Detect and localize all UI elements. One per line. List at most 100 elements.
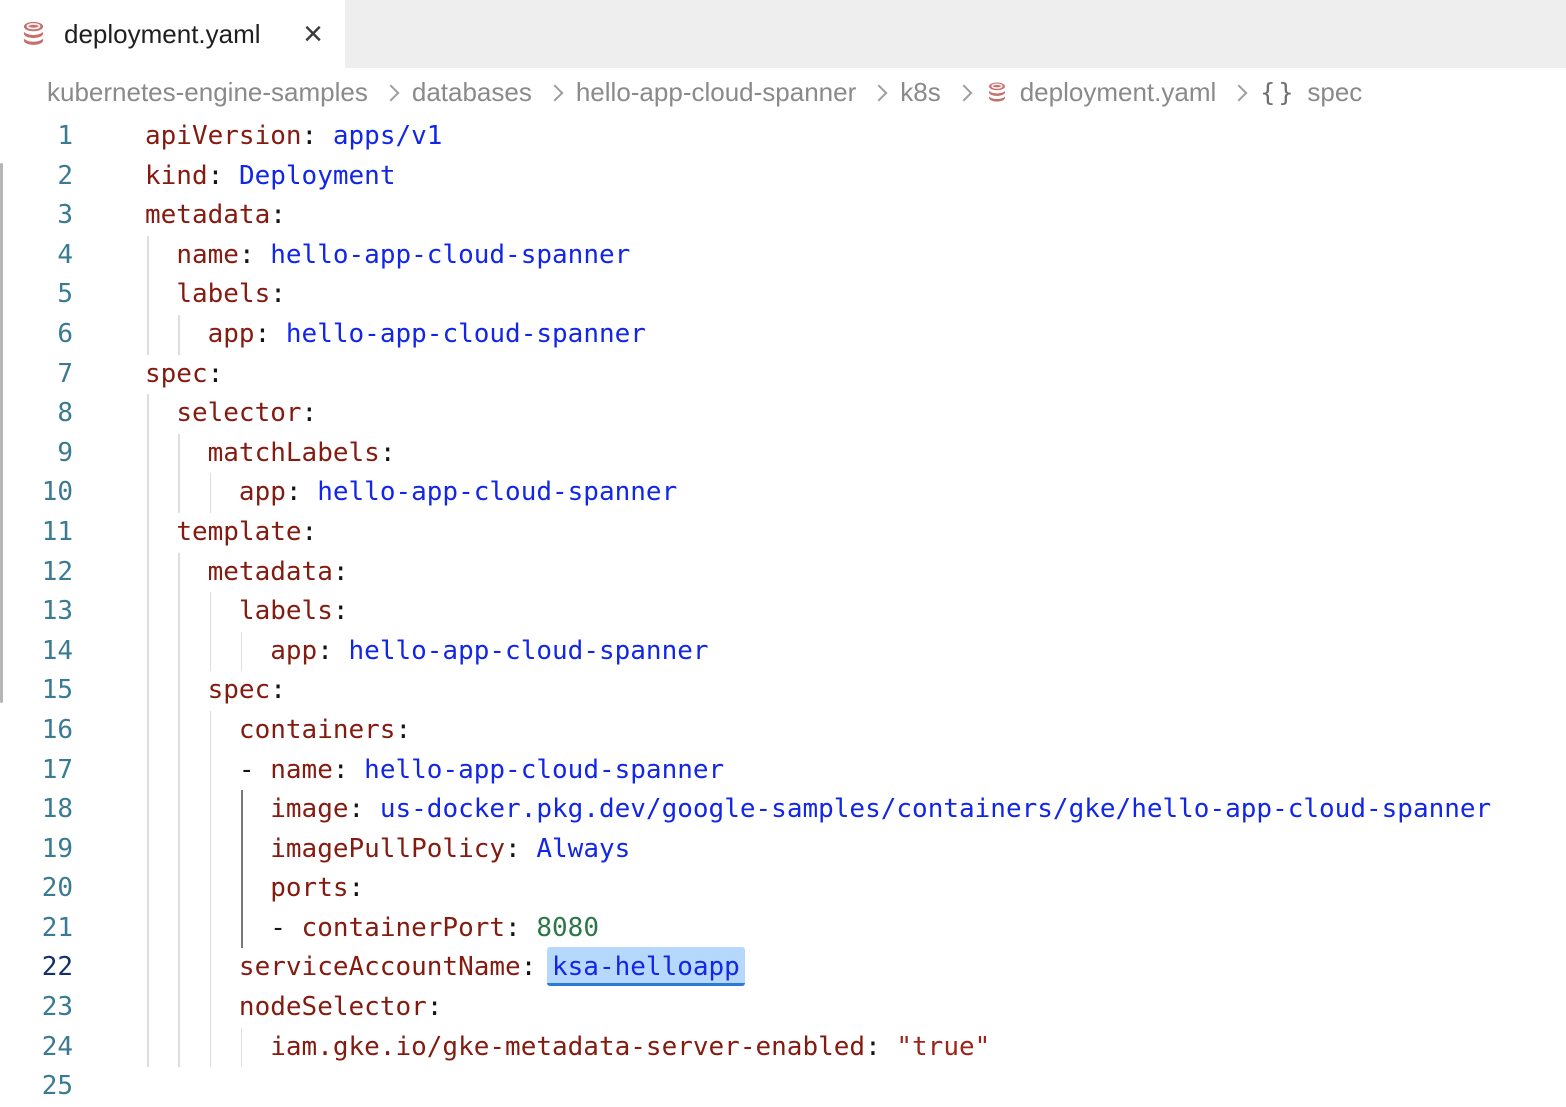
- scrollbar-thumb[interactable]: [0, 163, 3, 703]
- braces-icon: {}: [1260, 78, 1296, 107]
- line-text: spec:: [145, 671, 286, 711]
- line-number[interactable]: 8: [0, 394, 73, 434]
- line-text: containers:: [145, 711, 411, 751]
- code-line-21[interactable]: 21 - containerPort: 8080: [0, 909, 1566, 949]
- breadcrumb: kubernetes-engine-samples databases hello-…: [0, 68, 1566, 117]
- code-line-5[interactable]: 5 labels:: [0, 275, 1566, 315]
- line-number[interactable]: 4: [0, 236, 73, 276]
- code-line-23[interactable]: 23 nodeSelector:: [0, 988, 1566, 1028]
- tab-bar-empty-area: [345, 0, 1566, 68]
- line-text: app: hello-app-cloud-spanner: [145, 632, 709, 672]
- code-line-12[interactable]: 12 metadata:: [0, 553, 1566, 593]
- breadcrumb-label: deployment.yaml: [1020, 77, 1217, 108]
- line-number[interactable]: 14: [0, 632, 73, 672]
- line-number[interactable]: 9: [0, 434, 73, 474]
- code-line-22[interactable]: 22 serviceAccountName: ksa-helloapp: [0, 948, 1566, 988]
- breadcrumb-item-k8s[interactable]: k8s: [900, 77, 940, 108]
- code-line-7[interactable]: 7 spec:: [0, 355, 1566, 395]
- line-text: labels:: [145, 275, 286, 315]
- line-number[interactable]: 12: [0, 553, 73, 593]
- line-number[interactable]: 25: [0, 1067, 73, 1107]
- breadcrumb-label: hello-app-cloud-spanner: [576, 77, 856, 108]
- breadcrumb-item-databases[interactable]: databases: [412, 77, 532, 108]
- close-icon[interactable]: ×: [303, 17, 323, 51]
- tab-bar: deployment.yaml ×: [0, 0, 1566, 68]
- code-line-8[interactable]: 8 selector:: [0, 394, 1566, 434]
- line-number[interactable]: 3: [0, 196, 73, 236]
- chevron-right-icon: [546, 84, 563, 101]
- line-text: metadata:: [145, 553, 349, 593]
- line-number[interactable]: 21: [0, 909, 73, 949]
- line-number[interactable]: 1: [0, 117, 73, 157]
- line-text: nodeSelector:: [145, 988, 442, 1028]
- line-number[interactable]: 22: [0, 948, 73, 988]
- yaml-database-icon: [985, 81, 1009, 105]
- line-text: name: hello-app-cloud-spanner: [145, 236, 630, 276]
- tab-deployment-yaml[interactable]: deployment.yaml ×: [0, 0, 345, 68]
- code-line-13[interactable]: 13 labels:: [0, 592, 1566, 632]
- highlighted-word[interactable]: ksa-helloapp: [547, 947, 745, 986]
- code-line-3[interactable]: 3 metadata:: [0, 196, 1566, 236]
- line-number[interactable]: 6: [0, 315, 73, 355]
- line-text: selector:: [145, 394, 317, 434]
- line-number[interactable]: 11: [0, 513, 73, 553]
- breadcrumb-label: databases: [412, 77, 532, 108]
- code-line-2[interactable]: 2 kind: Deployment: [0, 157, 1566, 197]
- line-number[interactable]: 7: [0, 355, 73, 395]
- line-number[interactable]: 18: [0, 790, 73, 830]
- line-text: app: hello-app-cloud-spanner: [145, 315, 646, 355]
- chevron-right-icon: [955, 84, 972, 101]
- line-number[interactable]: 10: [0, 473, 73, 513]
- code-line-6[interactable]: 6 app: hello-app-cloud-spanner: [0, 315, 1566, 355]
- code-line-24[interactable]: 24 iam.gke.io/gke-metadata-server-enable…: [0, 1028, 1566, 1068]
- code-line-16[interactable]: 16 containers:: [0, 711, 1566, 751]
- line-number[interactable]: 24: [0, 1028, 73, 1068]
- line-number[interactable]: 23: [0, 988, 73, 1028]
- line-text: ports:: [145, 869, 364, 909]
- breadcrumb-item-spec[interactable]: {} spec: [1260, 77, 1362, 108]
- breadcrumb-item-deployment.yaml[interactable]: deployment.yaml: [985, 77, 1217, 108]
- breadcrumb-label: spec: [1307, 77, 1362, 108]
- code-line-4[interactable]: 4 name: hello-app-cloud-spanner: [0, 236, 1566, 276]
- code-area[interactable]: 1 apiVersion: apps/v1 2 kind: Deployment 3 me…: [0, 117, 1566, 1107]
- breadcrumb-label: k8s: [900, 77, 940, 108]
- code-line-10[interactable]: 10 app: hello-app-cloud-spanner: [0, 473, 1566, 513]
- yaml-database-icon: [19, 20, 48, 49]
- line-text: metadata:: [145, 196, 286, 236]
- line-text: serviceAccountName: ksa-helloapp: [145, 948, 740, 988]
- line-text: spec:: [145, 355, 223, 395]
- line-text: apiVersion: apps/v1: [145, 117, 442, 157]
- code-line-19[interactable]: 19 imagePullPolicy: Always: [0, 830, 1566, 870]
- chevron-right-icon: [1231, 84, 1248, 101]
- line-number[interactable]: 17: [0, 751, 73, 791]
- line-text: app: hello-app-cloud-spanner: [145, 473, 677, 513]
- chevron-right-icon: [382, 84, 399, 101]
- line-number[interactable]: 16: [0, 711, 73, 751]
- code-line-25[interactable]: 25: [0, 1067, 1566, 1107]
- line-text: labels:: [145, 592, 349, 632]
- code-line-20[interactable]: 20 ports:: [0, 869, 1566, 909]
- line-text: matchLabels:: [145, 434, 395, 474]
- line-text: - name: hello-app-cloud-spanner: [145, 751, 724, 791]
- line-text: iam.gke.io/gke-metadata-server-enabled: …: [145, 1028, 990, 1068]
- line-number[interactable]: 2: [0, 157, 73, 197]
- code-line-15[interactable]: 15 spec:: [0, 671, 1566, 711]
- code-line-11[interactable]: 11 template:: [0, 513, 1566, 553]
- code-line-14[interactable]: 14 app: hello-app-cloud-spanner: [0, 632, 1566, 672]
- code-line-9[interactable]: 9 matchLabels:: [0, 434, 1566, 474]
- line-text: template:: [145, 513, 317, 553]
- tab-title: deployment.yaml: [64, 19, 261, 50]
- line-number[interactable]: 20: [0, 869, 73, 909]
- line-number[interactable]: 13: [0, 592, 73, 632]
- code-line-18[interactable]: 18 image: us-docker.pkg.dev/google-sampl…: [0, 790, 1566, 830]
- code-line-17[interactable]: 17 - name: hello-app-cloud-spanner: [0, 751, 1566, 791]
- code-line-1[interactable]: 1 apiVersion: apps/v1: [0, 117, 1566, 157]
- line-number[interactable]: 15: [0, 671, 73, 711]
- breadcrumb-item-hello-app-cloud-spanner[interactable]: hello-app-cloud-spanner: [576, 77, 856, 108]
- breadcrumb-item-kubernetes-engine-samples[interactable]: kubernetes-engine-samples: [47, 77, 368, 108]
- line-text: kind: Deployment: [145, 157, 395, 197]
- line-number[interactable]: 19: [0, 830, 73, 870]
- line-number[interactable]: 5: [0, 275, 73, 315]
- breadcrumb-label: kubernetes-engine-samples: [47, 77, 368, 108]
- line-text: image: us-docker.pkg.dev/google-samples/…: [145, 790, 1491, 830]
